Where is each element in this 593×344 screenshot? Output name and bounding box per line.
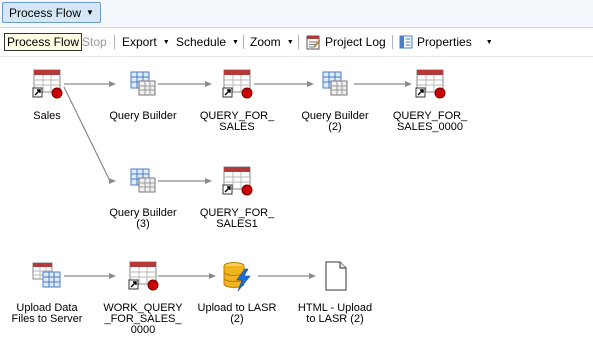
node-label: Sales <box>33 110 61 122</box>
export-button[interactable]: Export ▼ <box>122 32 170 52</box>
data-table-icon <box>222 69 253 99</box>
node-label: Query Builder (3) <box>109 207 177 230</box>
data-table-icon <box>32 69 63 99</box>
node-label: Query Builder (2) <box>301 110 369 133</box>
node-label: QUERY_FOR_ SALES <box>199 110 275 133</box>
properties-icon <box>399 35 413 49</box>
chevron-down-icon: ▼ <box>485 38 493 46</box>
node-label: Upload to LASR (2) <box>197 302 277 325</box>
node-query-for-sales-0000[interactable]: QUERY_FOR_ SALES_0000 <box>383 68 477 133</box>
data-table-icon <box>415 69 446 99</box>
project-log-icon <box>306 35 321 50</box>
node-label: HTML - Upload to LASR (2) <box>297 302 373 325</box>
process-flow-button-label: Process Flow <box>7 35 80 49</box>
zoom-button[interactable]: Zoom ▼ <box>250 32 294 52</box>
project-log-button[interactable]: Project Log <box>305 32 386 52</box>
document-icon <box>325 261 347 291</box>
node-query-builder-2[interactable]: Query Builder (2) <box>288 68 382 133</box>
toolbar-separator <box>243 35 244 49</box>
node-upload-data-files[interactable]: Upload Data Files to Server <box>0 260 94 325</box>
node-label: QUERY_FOR_ SALES1 <box>199 207 275 230</box>
upload-files-icon <box>32 262 61 288</box>
node-html-upload-to-lasr[interactable]: HTML - Upload to LASR (2) <box>288 260 382 325</box>
chevron-down-icon: ▼ <box>162 38 170 46</box>
node-upload-to-lasr[interactable]: Upload to LASR (2) <box>190 260 284 325</box>
schedule-button-label: Schedule <box>176 35 227 49</box>
lasr-database-icon <box>223 262 251 292</box>
query-builder-icon <box>130 168 156 193</box>
node-label: Query Builder <box>109 110 177 122</box>
chevron-down-icon: ▼ <box>232 38 239 46</box>
toolbar: Process Flow Stop Export ▼ Schedule ▼ Zo… <box>0 28 593 57</box>
chevron-down-icon: ▼ <box>286 38 294 46</box>
node-query-builder-3[interactable]: Query Builder (3) <box>96 165 190 230</box>
node-label: QUERY_FOR_ SALES_0000 <box>392 110 468 133</box>
node-query-for-sales1[interactable]: QUERY_FOR_ SALES1 <box>190 165 284 230</box>
toolbar-separator <box>114 35 115 49</box>
data-table-icon <box>222 166 253 196</box>
node-label: WORK_QUERY _FOR_SALES_ 0000 <box>103 302 183 336</box>
node-sales[interactable]: Sales <box>0 68 94 122</box>
toolbar-separator <box>298 35 299 49</box>
tab-process-flow[interactable]: Process Flow ▼ <box>2 2 101 23</box>
node-label: Upload Data Files to Server <box>11 302 83 325</box>
node-work-query-for-sales-0000[interactable]: WORK_QUERY _FOR_SALES_ 0000 <box>96 260 190 336</box>
stop-button-label: Stop <box>82 35 107 49</box>
process-flow-canvas[interactable]: Sales Query Builder QUERY_FOR_ SALES Que… <box>0 57 593 344</box>
process-flow-button[interactable]: Process Flow <box>4 33 83 51</box>
stop-button[interactable]: Stop <box>82 32 107 52</box>
tab-bar: Process Flow ▼ <box>0 0 593 28</box>
schedule-button[interactable]: Schedule ▼ <box>176 32 239 52</box>
zoom-button-label: Zoom <box>250 35 281 49</box>
export-button-label: Export <box>122 35 157 49</box>
chevron-down-icon: ▼ <box>86 8 94 17</box>
toolbar-separator <box>392 35 393 49</box>
data-table-icon <box>128 261 159 291</box>
project-log-button-label: Project Log <box>325 35 386 49</box>
properties-button[interactable]: Properties ▼ <box>399 32 493 52</box>
query-builder-icon <box>130 71 156 96</box>
tab-process-flow-label: Process Flow <box>9 5 82 20</box>
node-query-builder[interactable]: Query Builder <box>96 68 190 122</box>
properties-button-label: Properties <box>417 35 472 49</box>
node-query-for-sales[interactable]: QUERY_FOR_ SALES <box>190 68 284 133</box>
query-builder-icon <box>322 71 348 96</box>
